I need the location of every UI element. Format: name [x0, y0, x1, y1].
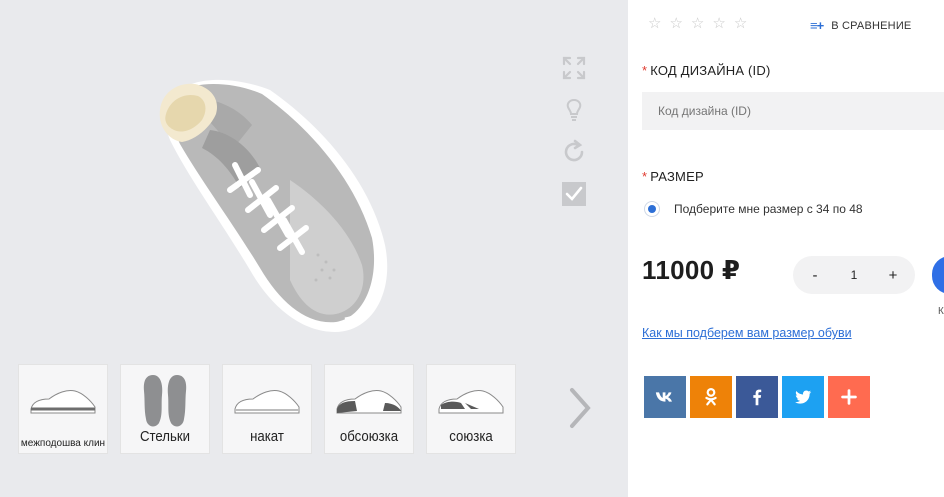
size-label-text: РАЗМЕР [650, 169, 704, 184]
thumbnail-label: накат [250, 428, 284, 445]
chevron-right-icon[interactable] [566, 386, 594, 430]
design-id-input[interactable] [642, 92, 944, 130]
thumbnail-label: межподошва клин [20, 438, 106, 449]
fullscreen-icon[interactable] [560, 54, 588, 82]
sneaker-side-icon [234, 390, 300, 414]
plus-icon [841, 389, 857, 405]
sneaker-side-dark-toe-icon [336, 390, 402, 414]
share-buttons [644, 376, 870, 418]
star-icon[interactable]: ☆ [691, 16, 704, 32]
thumbnail-vamp[interactable]: союзка [426, 364, 516, 454]
shoe-3d-model[interactable] [140, 70, 400, 340]
twitter-icon [795, 390, 812, 404]
size-option-label: Подберите мне размер с 34 по 48 [674, 202, 863, 216]
thumbnail-midsole-wedge[interactable]: межподошва клин [18, 364, 108, 454]
star-icon[interactable]: ☆ [734, 16, 747, 32]
rotate-icon[interactable] [560, 138, 588, 166]
quantity-stepper: - 1 + [793, 256, 915, 294]
size-label: * РАЗМЕР [642, 169, 704, 184]
share-facebook-button[interactable] [736, 376, 778, 418]
insoles-icon [143, 375, 187, 427]
compare-list-icon: ≡+ [810, 18, 824, 33]
required-mark: * [642, 63, 648, 78]
thumbnail-label: Стельки [139, 428, 191, 445]
required-mark: * [642, 169, 648, 184]
share-more-button[interactable] [828, 376, 870, 418]
product-options-panel: ☆ ☆ ☆ ☆ ☆ ≡+ В СРАВНЕНИЕ * КОД ДИЗАЙНА (I… [628, 0, 944, 497]
radio-button[interactable] [644, 201, 660, 217]
share-odnoklassniki-button[interactable] [690, 376, 732, 418]
thumbnail-foxing[interactable]: накат [222, 364, 312, 454]
size-option-radio[interactable]: Подберите мне размер с 34 по 48 [644, 201, 863, 217]
star-icon[interactable]: ☆ [712, 16, 725, 32]
add-to-cart-button[interactable] [932, 256, 944, 294]
checkbox-icon[interactable] [560, 180, 588, 208]
quantity-value[interactable]: 1 [851, 268, 858, 282]
star-icon[interactable]: ☆ [669, 16, 682, 32]
thumbnail-label: союзка [449, 428, 493, 445]
product-viewer-panel: межподошва клин Стельки накат обсоюзка с… [0, 0, 628, 497]
add-to-cart-label: К [938, 306, 944, 317]
quantity-increase-button[interactable]: + [885, 267, 901, 284]
design-id-label-text: КОД ДИЗАЙНА (ID) [650, 63, 771, 78]
3d-shoe-viewer[interactable] [0, 0, 628, 350]
sneaker-side-dark-vamp-icon [438, 390, 504, 414]
compare-label: В СРАВНЕНИЕ [831, 19, 912, 32]
share-vk-button[interactable] [644, 376, 686, 418]
design-id-label: * КОД ДИЗАЙНА (ID) [642, 63, 770, 78]
product-price: 11000 ₽ [642, 255, 741, 285]
facebook-icon [753, 389, 762, 406]
quantity-decrease-button[interactable]: - [807, 267, 823, 284]
thumbnail-insoles[interactable]: Стельки [120, 364, 210, 454]
size-help-link[interactable]: Как мы подберем вам размер обуви [642, 326, 852, 340]
sneaker-side-icon [30, 390, 96, 414]
radio-selected-dot [648, 205, 656, 213]
lightbulb-icon[interactable] [560, 96, 588, 124]
thumbnail-mudguard[interactable]: обсоюзка [324, 364, 414, 454]
vk-icon [655, 392, 672, 402]
star-icon[interactable]: ☆ [648, 16, 661, 32]
thumbnail-label: обсоюзка [339, 428, 399, 445]
part-thumbnails: межподошва клин Стельки накат обсоюзка с… [18, 364, 516, 454]
share-twitter-button[interactable] [782, 376, 824, 418]
rating-stars[interactable]: ☆ ☆ ☆ ☆ ☆ [648, 16, 747, 32]
add-to-compare-button[interactable]: ≡+ В СРАВНЕНИЕ [810, 18, 911, 33]
odnoklassniki-icon [705, 388, 717, 406]
